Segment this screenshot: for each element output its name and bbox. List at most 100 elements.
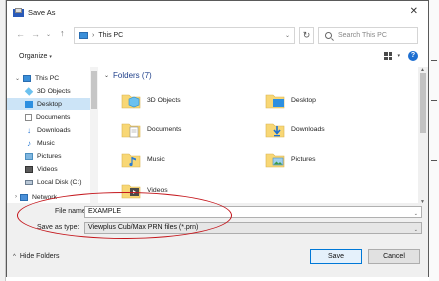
pictures-folder-icon <box>265 149 285 169</box>
sidebar-item-pictures[interactable]: Pictures <box>7 150 98 162</box>
background-ruler-tick <box>431 100 437 101</box>
search-input[interactable]: Search This PC <box>318 27 418 44</box>
breadcrumb-this-pc[interactable]: This PC <box>98 32 123 39</box>
desktop-icon <box>25 100 33 108</box>
sidebar-item-network[interactable]: › Network <box>7 191 98 203</box>
sidebar-item-desktop[interactable]: Desktop <box>7 98 98 110</box>
sidebar-item-downloads[interactable]: ↓ Downloads <box>7 124 98 136</box>
sidebar-item-label: Desktop <box>37 100 62 108</box>
chevron-up-icon: ^ <box>13 253 16 260</box>
organize-chevron-icon: ▾ <box>49 54 52 60</box>
recent-locations-chevron-icon[interactable]: ⌄ <box>46 31 51 38</box>
file-name-value: EXAMPLE <box>88 208 122 215</box>
dialog-footer: ^ Hide Folders Save Cancel <box>7 241 428 277</box>
collapse-chevron-icon[interactable]: ⌄ <box>104 72 109 79</box>
back-arrow-icon[interactable]: ← <box>16 29 25 39</box>
file-name-field[interactable]: EXAMPLE ⌄ <box>84 206 422 218</box>
save-as-window-icon <box>13 7 24 17</box>
sidebar-item-label: Network <box>32 193 57 201</box>
videos-icon <box>25 165 33 173</box>
file-name-dropdown-chevron-icon[interactable]: ⌄ <box>414 209 418 219</box>
computer-icon <box>79 32 88 39</box>
videos-folder-icon <box>121 180 141 200</box>
desktop-folder-icon <box>265 90 285 110</box>
navigation-scrollbar[interactable] <box>90 67 98 207</box>
drive-icon <box>25 179 33 185</box>
folder-documents[interactable]: Documents <box>121 118 181 140</box>
sidebar-item-label: Downloads <box>37 126 71 134</box>
change-view-icon[interactable] <box>384 52 392 60</box>
sidebar-item-3d-objects[interactable]: 3D Objects <box>7 85 98 97</box>
scrollbar-thumb[interactable] <box>91 71 97 109</box>
save-as-type-label: Save as type: <box>37 224 80 231</box>
3d-objects-icon <box>24 86 34 96</box>
folder-music[interactable]: Music <box>121 148 165 170</box>
search-icon <box>325 32 332 39</box>
save-options-panel: File name: EXAMPLE ⌄ Save as type: Viewp… <box>7 203 428 241</box>
hide-folders-toggle[interactable]: ^ Hide Folders <box>13 253 60 260</box>
downloads-folder-icon <box>265 119 285 139</box>
forward-arrow-icon[interactable]: → <box>31 29 40 39</box>
command-toolbar: Organize ▾ ▾ ? <box>7 47 428 66</box>
navigation-pane: ⌄ This PC 3D Objects Desktop Documents ↓… <box>7 67 98 207</box>
save-as-dialog: Save As ✕ ← → ⌄ ↑ › This PC ⌄ ↻ Search T… <box>6 0 429 277</box>
background-ruler-tick <box>431 160 437 161</box>
file-list-scrollbar[interactable]: ▲ ▼ <box>418 67 428 207</box>
file-name-label: File name: <box>55 208 88 215</box>
dialog-title: Save As <box>28 7 56 17</box>
sidebar-item-this-pc[interactable]: ⌄ This PC <box>7 72 98 84</box>
hide-folders-label: Hide Folders <box>19 253 60 260</box>
sidebar-item-label: Music <box>37 139 55 147</box>
save-as-type-value: Viewplus Cub/Max PRN files (*.prn) <box>88 224 199 231</box>
sidebar-item-local-disk[interactable]: Local Disk (C:) <box>7 176 98 188</box>
sidebar-item-label: Documents <box>36 113 71 121</box>
sidebar-item-label: Local Disk (C:) <box>37 178 82 186</box>
music-icon: ♪ <box>27 138 31 148</box>
organize-label: Organize <box>19 53 48 60</box>
save-as-type-chevron-icon[interactable]: ⌄ <box>414 225 418 235</box>
folder-label: Desktop <box>291 96 316 104</box>
up-arrow-icon[interactable]: ↑ <box>60 28 65 38</box>
address-row: ← → ⌄ ↑ › This PC ⌄ ↻ Search This PC <box>7 27 428 45</box>
title-bar[interactable]: Save As ✕ <box>7 1 428 23</box>
address-dropdown-chevron-icon[interactable]: ⌄ <box>285 32 290 39</box>
sidebar-item-documents[interactable]: Documents <box>7 111 98 123</box>
folder-label: Videos <box>147 186 168 194</box>
folder-label: Documents <box>147 125 182 133</box>
cancel-button[interactable]: Cancel <box>368 249 420 264</box>
help-icon[interactable]: ? <box>408 51 418 61</box>
sidebar-item-label: 3D Objects <box>37 87 71 95</box>
folder-label: Downloads <box>291 125 325 133</box>
3d-objects-folder-icon <box>121 90 141 110</box>
close-icon[interactable]: ✕ <box>410 6 418 17</box>
sidebar-item-music[interactable]: ♪ Music <box>7 137 98 149</box>
address-bar[interactable]: › This PC ⌄ <box>74 27 295 44</box>
documents-folder-icon <box>121 119 141 139</box>
sidebar-item-label: This PC <box>35 74 60 82</box>
refresh-icon: ↻ <box>302 30 311 40</box>
file-list-pane: ⌄ Folders (7) 3D Objects Desktop Documen… <box>99 67 417 201</box>
folder-label: Music <box>147 155 165 163</box>
pictures-icon <box>25 152 33 160</box>
sidebar-item-label: Pictures <box>37 152 62 160</box>
folder-desktop[interactable]: Desktop <box>265 89 316 111</box>
save-button[interactable]: Save <box>310 249 362 264</box>
folder-label: Pictures <box>291 155 316 163</box>
scrollbar-thumb[interactable] <box>420 73 426 133</box>
background-ruler-tick <box>431 60 437 61</box>
sidebar-item-label: Videos <box>37 165 58 173</box>
folder-pictures[interactable]: Pictures <box>265 148 316 170</box>
folder-label: 3D Objects <box>147 96 181 104</box>
refresh-button[interactable]: ↻ <box>299 27 314 44</box>
save-as-type-select[interactable]: Viewplus Cub/Max PRN files (*.prn) ⌄ <box>84 222 422 234</box>
sidebar-item-videos[interactable]: Videos <box>7 163 98 175</box>
folders-section-header[interactable]: Folders (7) <box>113 71 152 80</box>
expand-chevron-icon: ⌄ <box>15 75 21 82</box>
search-placeholder: Search This PC <box>338 32 387 39</box>
organize-button[interactable]: Organize ▾ <box>19 53 52 60</box>
folder-3d-objects[interactable]: 3D Objects <box>121 89 181 111</box>
view-options-chevron-icon[interactable]: ▾ <box>397 53 400 59</box>
folder-videos[interactable]: Videos <box>121 179 168 201</box>
breadcrumb-separator-icon: › <box>92 32 95 39</box>
folder-downloads[interactable]: Downloads <box>265 118 325 140</box>
